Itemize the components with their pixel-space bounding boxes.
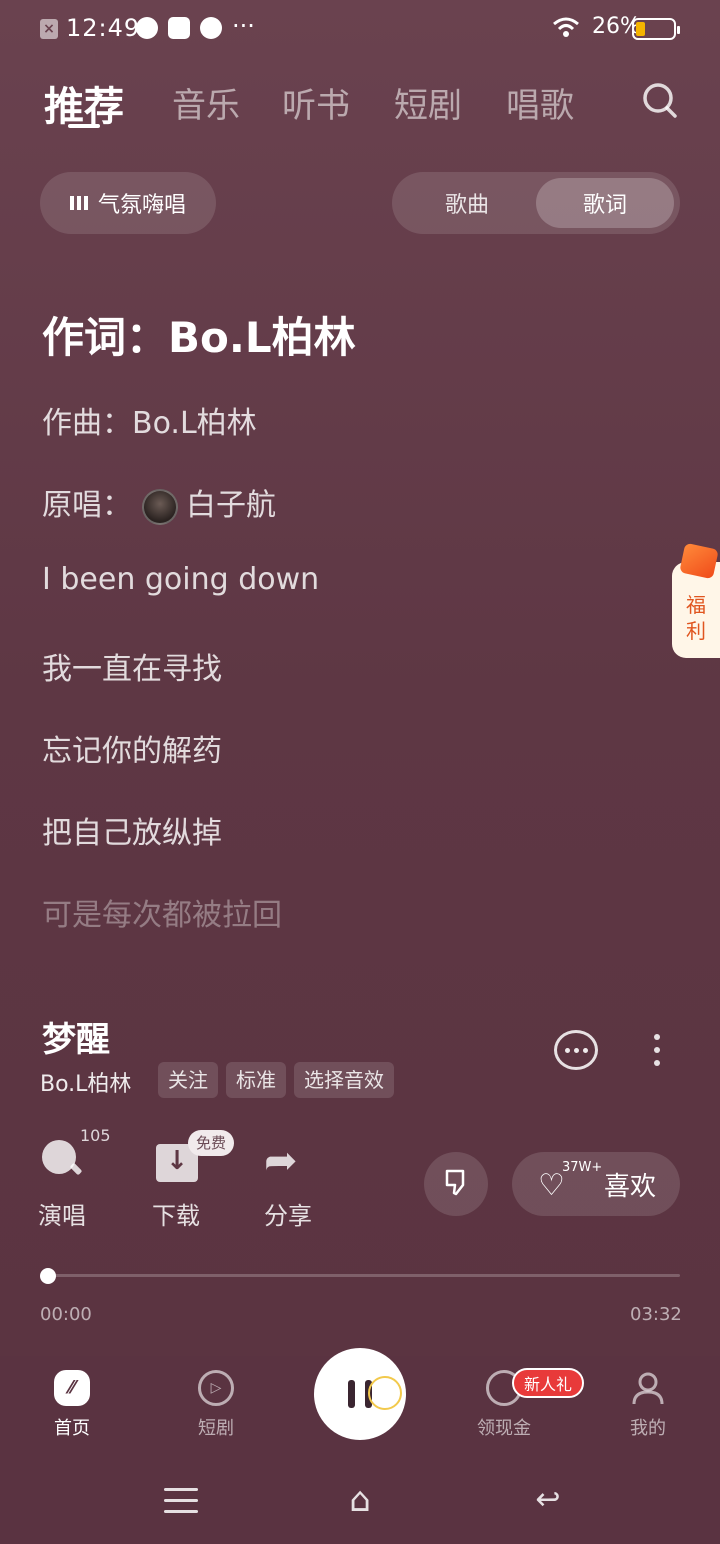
wifi-icon [552, 16, 580, 44]
toggle-lyrics[interactable]: 歌词 [536, 178, 674, 228]
play-video-icon: ▷ [198, 1370, 234, 1406]
current-time: 00:00 [40, 1304, 92, 1325]
lyric-original-singer: 原唱： 白子航 [42, 480, 276, 525]
tab-music[interactable]: 音乐 [172, 78, 240, 127]
nav-home-label: 首页 [54, 1418, 90, 1439]
thumbs-down-icon [441, 1167, 471, 1201]
artist-name[interactable]: Bo.L柏林 [40, 1066, 131, 1098]
share-label[interactable]: 分享 [264, 1196, 312, 1231]
more-notifications-icon: ··· [232, 12, 255, 40]
share-icon[interactable]: ➦ [264, 1140, 312, 1182]
back-icon[interactable]: ↩ [528, 1484, 568, 1516]
status-bar: × 12:49 ··· 26% [0, 0, 720, 56]
singer-avatar[interactable] [142, 488, 178, 525]
more-options-icon[interactable] [654, 1034, 662, 1068]
lyric-line: I been going down [42, 562, 320, 597]
lyric-lyricist: 作词：Bo.L柏林 [42, 313, 356, 362]
original-singer-name[interactable]: 白子航 [186, 488, 276, 523]
video-app-icon [168, 17, 190, 39]
sing-label[interactable]: 演唱 [38, 1196, 86, 1231]
fan-icon [200, 17, 222, 39]
download-label[interactable]: 下载 [152, 1196, 200, 1231]
recent-apps-icon[interactable] [164, 1488, 198, 1521]
dislike-button[interactable] [424, 1152, 488, 1216]
welfare-label: 福利 [686, 593, 706, 643]
lyric-line: 可是每次都被拉回 [42, 898, 282, 933]
microphone-icon[interactable] [42, 1140, 76, 1174]
loading-ring-icon [368, 1376, 402, 1410]
nav-profile-label: 我的 [630, 1418, 666, 1439]
nav-home[interactable]: ⁄⁄ 首页 [22, 1370, 122, 1440]
like-label: 喜欢 [604, 1172, 657, 1202]
lyric-line: 忘记你的解药 [42, 734, 222, 769]
lyric-line: 我一直在寻找 [42, 652, 222, 687]
toggle-song[interactable]: 歌曲 [398, 178, 536, 228]
progress-knob[interactable] [40, 1268, 56, 1284]
ambience-sing-label: 气氛嗨唱 [97, 193, 186, 218]
home-key-icon[interactable]: ⌂ [336, 1483, 384, 1517]
notification-x-icon: × [40, 19, 58, 39]
home-icon: ⁄⁄ [54, 1370, 90, 1406]
heart-icon: ♡ [538, 1168, 565, 1203]
status-time: 12:49 [66, 14, 141, 42]
tab-audiobook[interactable]: 听书 [282, 78, 350, 127]
free-badge: 免费 [188, 1130, 235, 1156]
nav-short-drama-label: 短剧 [198, 1418, 234, 1439]
follow-chip[interactable]: 关注 [158, 1062, 218, 1098]
original-prefix: 原唱： [42, 488, 132, 523]
sing-count: 105 [80, 1126, 111, 1145]
nav-short-drama[interactable]: ▷ 短剧 [166, 1370, 266, 1440]
lyric-composer: 作曲：Bo.L柏林 [42, 406, 257, 441]
ambience-sing-button[interactable]: 气氛嗨唱 [40, 172, 216, 234]
welfare-side-tab[interactable]: 福利 [672, 542, 720, 658]
quality-chip[interactable]: 标准 [226, 1062, 286, 1098]
equalizer-icon [69, 196, 88, 210]
search-icon[interactable] [642, 82, 678, 124]
comment-icon[interactable] [554, 1030, 598, 1070]
like-button[interactable]: ♡ 37W+ 喜欢 [512, 1152, 680, 1216]
nav-earn-cash-label: 领现金 [477, 1418, 531, 1439]
profile-icon [630, 1370, 666, 1406]
song-title: 梦醒 [42, 1020, 110, 1060]
progress-track[interactable] [48, 1274, 680, 1277]
lyric-line: 把自己放纵掉 [42, 816, 222, 851]
play-pause-button[interactable] [314, 1348, 406, 1440]
active-tab-indicator [68, 124, 100, 128]
tab-sing[interactable]: 唱歌 [506, 78, 574, 127]
tab-short-drama[interactable]: 短剧 [394, 78, 462, 127]
nav-profile[interactable]: 我的 [598, 1370, 698, 1440]
new-user-gift-badge: 新人礼 [512, 1368, 585, 1398]
like-count: 37W+ [562, 1160, 603, 1175]
gift-flag-icon [679, 542, 719, 580]
speed-icon [136, 17, 158, 39]
song-lyrics-toggle: 歌曲 歌词 [392, 172, 680, 234]
total-time: 03:32 [630, 1304, 682, 1325]
battery-icon [632, 18, 680, 40]
sound-effect-chip[interactable]: 选择音效 [294, 1062, 394, 1098]
